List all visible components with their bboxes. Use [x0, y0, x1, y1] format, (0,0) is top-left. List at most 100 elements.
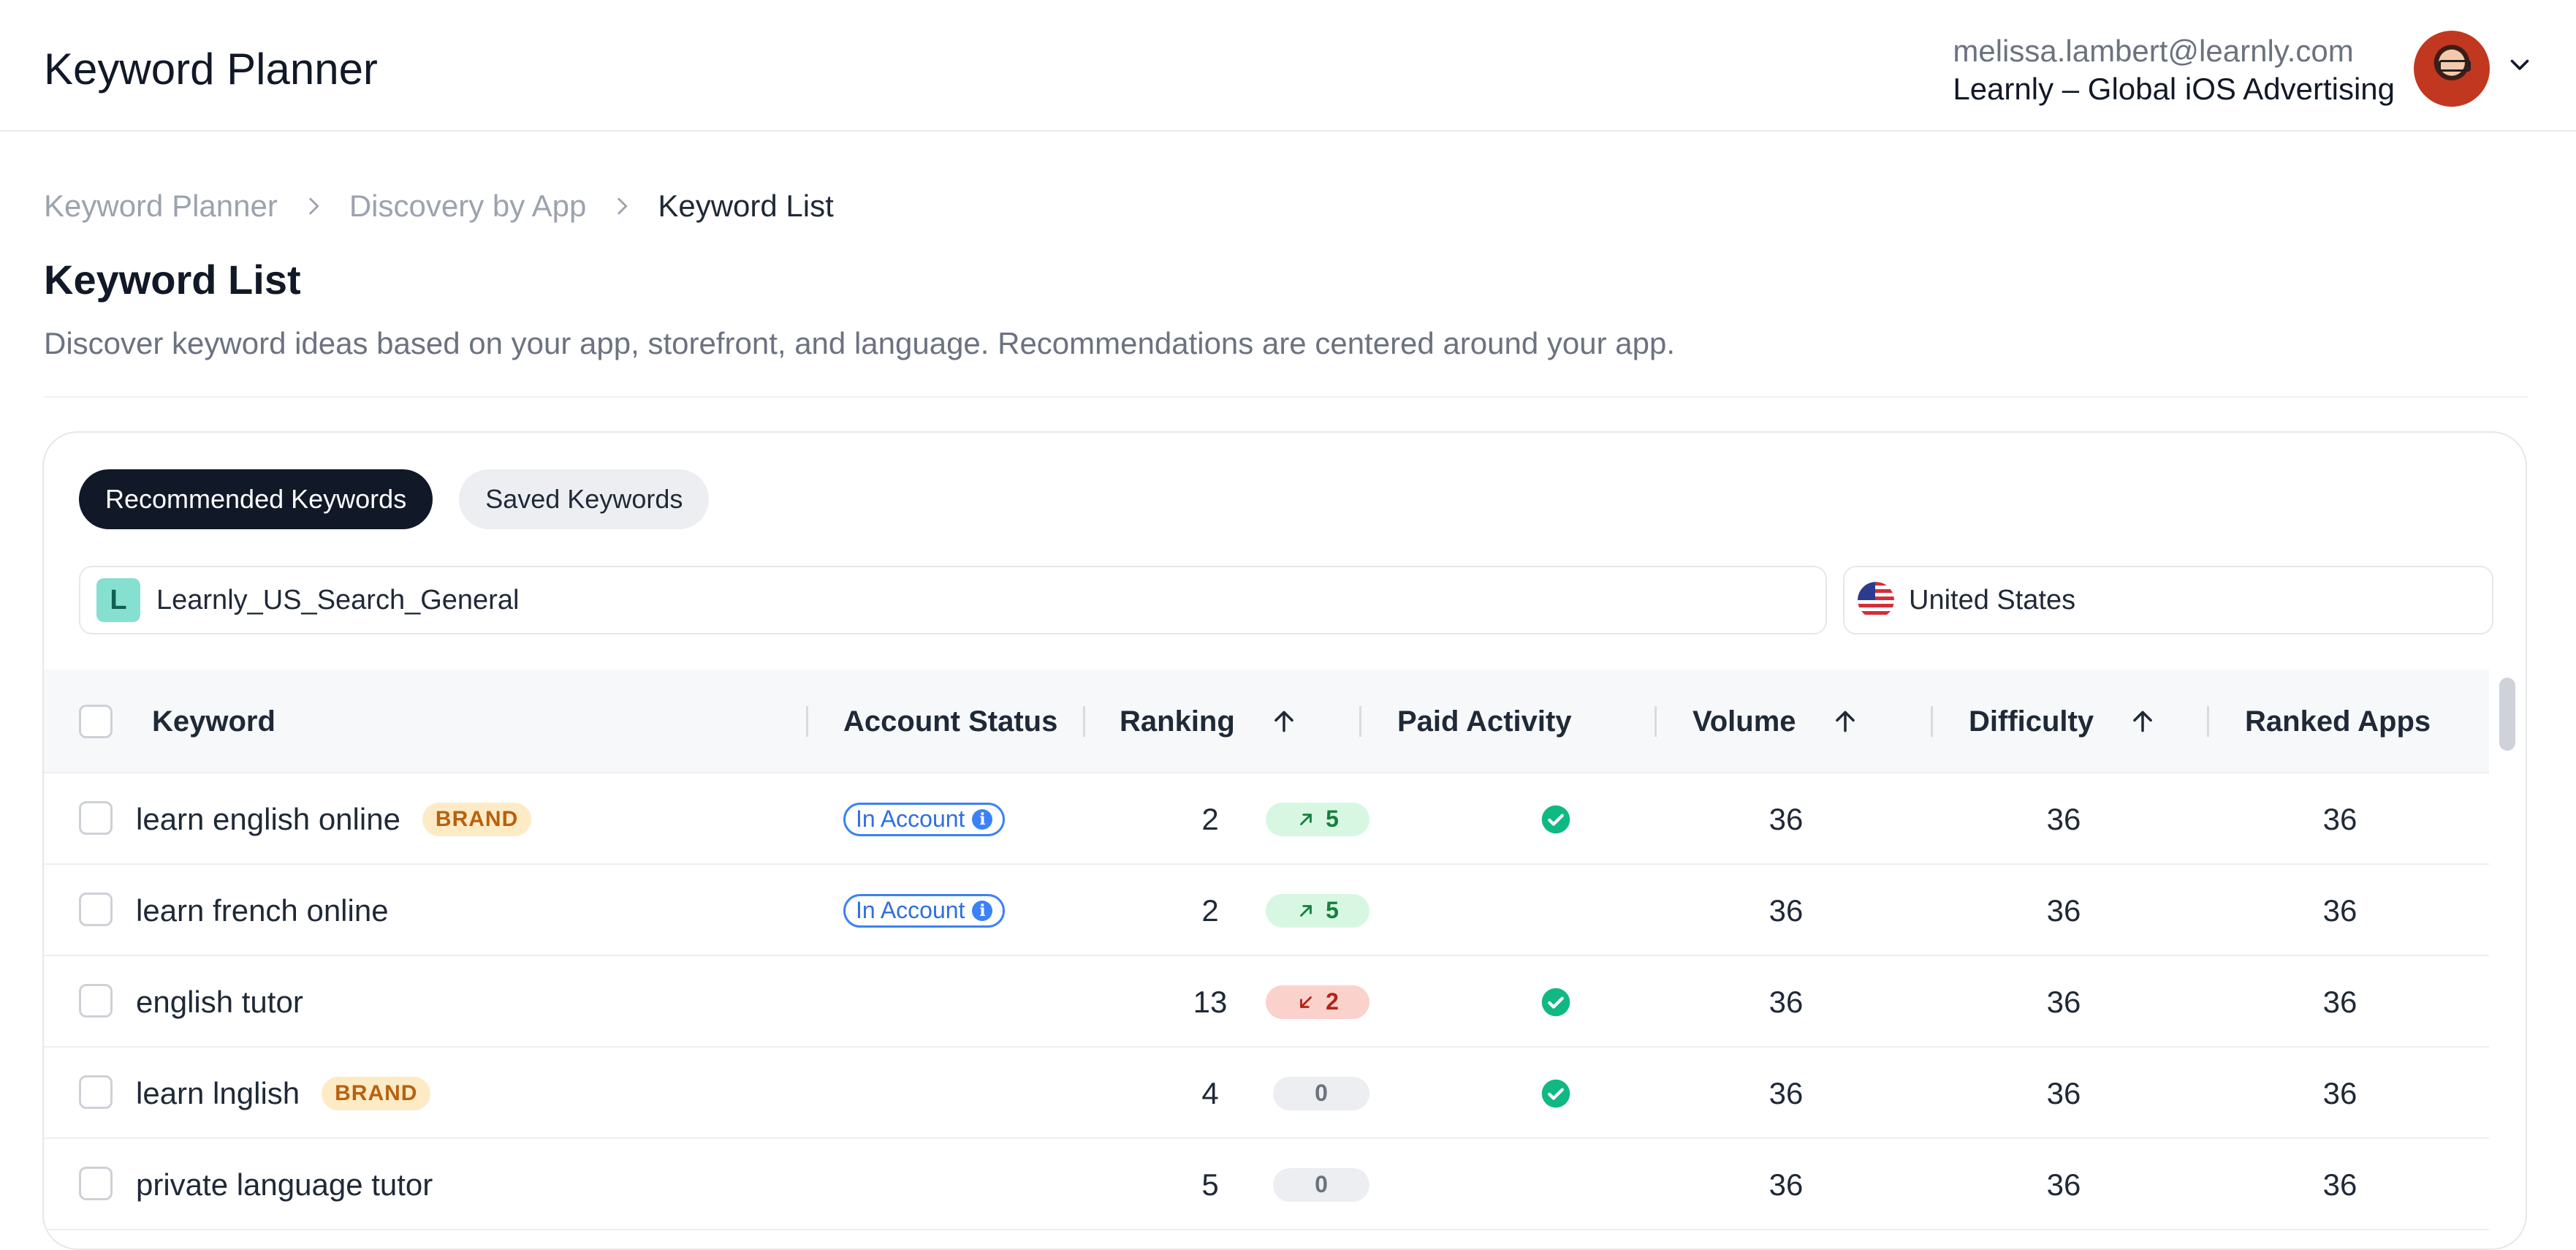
- keyword-cell: learn english online BRAND: [136, 773, 532, 865]
- table-scrollbar[interactable]: [2499, 678, 2515, 751]
- difficulty-value: 36: [2046, 984, 2081, 1019]
- volume-value: 36: [1768, 1075, 1804, 1110]
- ranking-value: 13: [1193, 984, 1228, 1019]
- ranking-change-cell: 5: [1266, 865, 1369, 956]
- account-name: Learnly – Global iOS Advertising: [1953, 72, 2395, 106]
- ranked-apps-value: 36: [2322, 801, 2357, 836]
- status-badge[interactable]: In Account i: [843, 893, 1006, 928]
- page-description: Discover keyword ideas based on your app…: [44, 326, 1676, 360]
- tab-recommended-keywords[interactable]: Recommended Keywords: [79, 469, 433, 529]
- row-checkbox[interactable]: [79, 801, 113, 835]
- storefront-select[interactable]: United States: [1843, 566, 2493, 635]
- keyword-text: learn lnglish: [136, 1075, 300, 1110]
- ranking-change-value: 5: [1326, 897, 1339, 923]
- table-body: learn english online BRAND In Account i 2 5 36…: [44, 773, 2489, 1230]
- ranking-change-value: 0: [1315, 1171, 1328, 1197]
- row-checkbox[interactable]: [79, 1167, 113, 1200]
- chevron-right-icon: [309, 197, 319, 215]
- ranked-apps-value: 36: [2322, 984, 2357, 1019]
- brand-badge: BRAND: [422, 802, 532, 836]
- row-checkbox[interactable]: [79, 1075, 113, 1109]
- keyword-table: Keyword Account Status Ranking Paid Acti…: [44, 670, 2489, 1230]
- avatar[interactable]: [2414, 31, 2490, 107]
- column-paid-activity[interactable]: Paid Activity: [1397, 670, 1572, 773]
- row-checkbox[interactable]: [79, 984, 113, 1018]
- info-icon[interactable]: i: [972, 808, 993, 830]
- select-all-checkbox[interactable]: [79, 705, 113, 738]
- table-row[interactable]: learn french online In Account i 2 5 36 36 36: [44, 865, 2489, 956]
- ranking-change-value: 5: [1326, 806, 1339, 832]
- table-header: Keyword Account Status Ranking Paid Acti…: [44, 670, 2489, 773]
- row-checkbox[interactable]: [79, 893, 113, 926]
- keyword-text: english tutor: [136, 984, 303, 1019]
- trend-up-icon: [1300, 813, 1312, 825]
- table-row[interactable]: english tutor 13 2 36 36 36: [44, 956, 2489, 1048]
- account-info[interactable]: melissa.lambert@learnly.com Learnly – Gl…: [1953, 32, 2395, 108]
- brand-badge: BRAND: [322, 1076, 431, 1110]
- campaign-value: Learnly_US_Search_General: [156, 584, 520, 615]
- ranking-change-value: 0: [1315, 1080, 1328, 1106]
- column-keyword[interactable]: Keyword: [152, 670, 276, 773]
- ranking-change-badge: 0: [1273, 1076, 1369, 1110]
- chevron-down-icon[interactable]: [2507, 51, 2533, 77]
- us-flag-icon: [1858, 582, 1894, 618]
- column-divider: [1654, 706, 1657, 737]
- sort-arrow-up-icon[interactable]: [1831, 708, 1859, 735]
- campaign-badge: L: [96, 578, 140, 622]
- ranking-value: 4: [1201, 1075, 1219, 1110]
- table-row[interactable]: learn lnglish BRAND 4 0 36 36 36: [44, 1048, 2489, 1139]
- page-title: Keyword List: [44, 257, 301, 303]
- breadcrumb-discovery-by-app[interactable]: Discovery by App: [349, 189, 586, 224]
- ranked-apps-value: 36: [2322, 1075, 2357, 1110]
- keyword-text: learn english online: [136, 801, 400, 836]
- breadcrumb-keyword-list: Keyword List: [658, 189, 834, 223]
- paid-activity-cell: [1540, 956, 1571, 1048]
- info-icon[interactable]: i: [972, 900, 993, 921]
- breadcrumb: Keyword Planner Discovery by App Keyword…: [44, 189, 834, 224]
- campaign-select[interactable]: L Learnly_US_Search_General: [79, 566, 1827, 635]
- trend-up-icon: [1300, 904, 1312, 917]
- account-status-cell: In Account i: [843, 865, 1006, 956]
- column-difficulty[interactable]: Difficulty: [1969, 670, 2157, 773]
- column-account-status[interactable]: Account Status: [843, 670, 1057, 773]
- column-volume[interactable]: Volume: [1692, 670, 1859, 773]
- column-volume-label: Volume: [1692, 705, 1796, 738]
- column-divider: [1083, 706, 1085, 737]
- paid-check-icon: [1541, 988, 1570, 1016]
- breadcrumb-keyword-planner[interactable]: Keyword Planner: [44, 189, 278, 224]
- storefront-value: United States: [1909, 584, 2076, 615]
- volume-value: 36: [1768, 1167, 1804, 1202]
- keyword-cell: learn french online: [136, 865, 389, 956]
- column-ranked-apps[interactable]: Ranked Apps: [2245, 670, 2431, 773]
- divider: [44, 396, 2528, 398]
- tab-saved-keywords[interactable]: Saved Keywords: [459, 469, 710, 529]
- chevron-right-icon: [618, 197, 628, 215]
- ranking-value: 5: [1201, 1167, 1219, 1202]
- status-label: In Account: [856, 897, 965, 923]
- paid-check-icon: [1541, 1079, 1570, 1107]
- keyword-tabs: Recommended Keywords Saved Keywords: [79, 469, 710, 529]
- trend-down-icon: [1300, 996, 1312, 1008]
- status-badge[interactable]: In Account i: [843, 802, 1006, 836]
- keyword-cell: learn lnglish BRAND: [136, 1048, 431, 1139]
- column-divider: [2207, 706, 2209, 737]
- status-label: In Account: [856, 806, 965, 832]
- ranking-value: 2: [1201, 801, 1219, 836]
- keyword-text: learn french online: [136, 893, 389, 928]
- keyword-text: private language tutor: [136, 1167, 433, 1202]
- sort-arrow-up-icon[interactable]: [2129, 708, 2157, 735]
- sort-arrow-up-icon[interactable]: [1270, 708, 1298, 735]
- table-row[interactable]: private language tutor 5 0 36 36 36: [44, 1139, 2489, 1230]
- ranking-value: 2: [1201, 893, 1219, 928]
- column-ranking[interactable]: Ranking: [1120, 670, 1298, 773]
- ranking-change-cell: 2: [1266, 956, 1369, 1048]
- column-divider: [1931, 706, 1933, 737]
- volume-value: 36: [1768, 984, 1804, 1019]
- paid-activity-cell: [1540, 1048, 1571, 1139]
- account-email: melissa.lambert@learnly.com: [1953, 34, 2354, 68]
- keyword-cell: private language tutor: [136, 1139, 433, 1230]
- ranking-change-cell: 0: [1273, 1048, 1369, 1139]
- keyword-card: Recommended Keywords Saved Keywords L Le…: [42, 431, 2527, 1250]
- app-title: Keyword Planner: [44, 45, 378, 94]
- table-row[interactable]: learn english online BRAND In Account i 2 5 36…: [44, 773, 2489, 865]
